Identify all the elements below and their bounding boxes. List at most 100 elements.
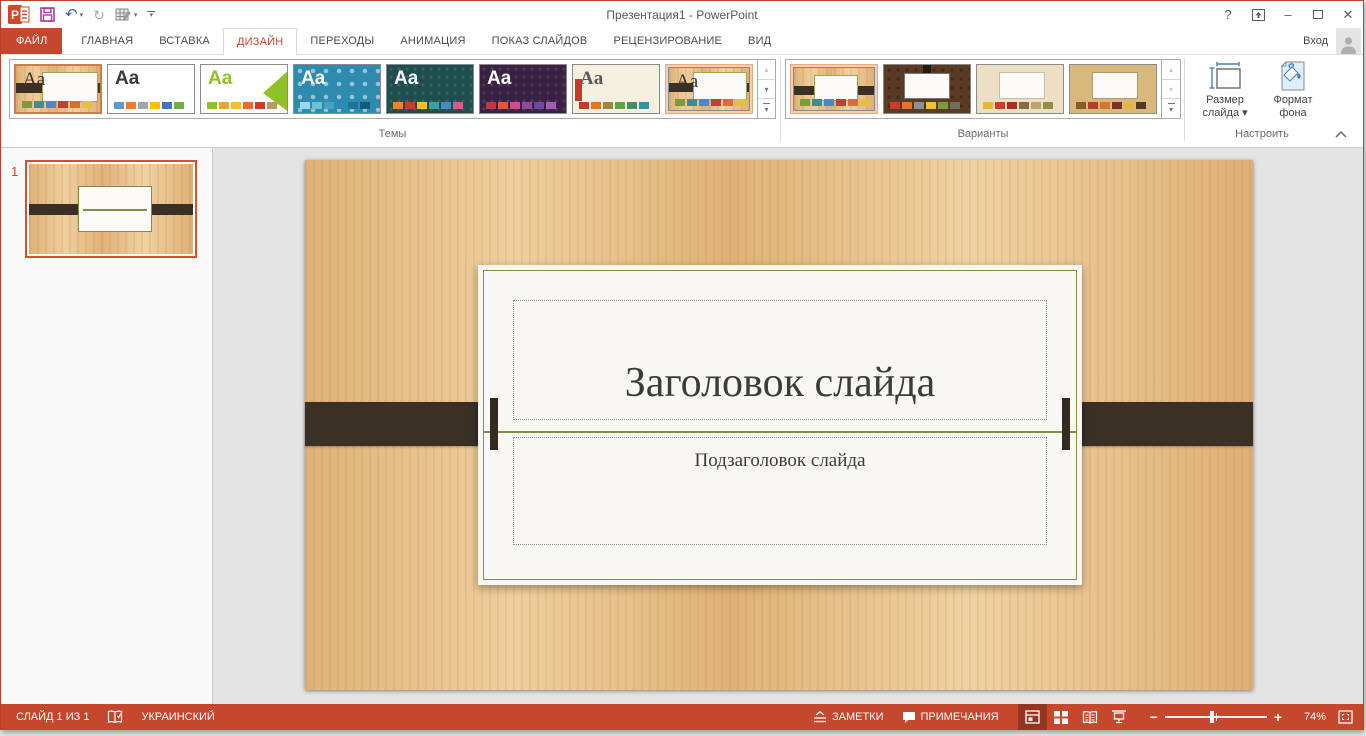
variants-more-icon[interactable]: ▾ bbox=[1162, 99, 1180, 118]
undo-icon[interactable]: ↶ ▾ bbox=[65, 7, 83, 22]
ink-grid-icon[interactable]: ▾ bbox=[115, 7, 138, 22]
variants-group-label: Варианты bbox=[785, 128, 1181, 140]
ribbon-band-cap-right bbox=[1062, 398, 1070, 450]
reading-view-button[interactable] bbox=[1076, 704, 1105, 730]
ribbon-band-left bbox=[305, 402, 495, 446]
theme-thumbnail-office[interactable]: Aa bbox=[107, 64, 195, 114]
subtitle-placeholder[interactable]: Подзаголовок слайда bbox=[513, 437, 1047, 545]
tab-transitions[interactable]: ПЕРЕХОДЫ bbox=[297, 28, 387, 54]
fit-slide-to-window-icon[interactable] bbox=[1334, 704, 1357, 730]
sign-in-link[interactable]: Вход bbox=[1303, 35, 1328, 47]
notes-label: ЗАМЕТКИ bbox=[832, 711, 884, 723]
tab-design[interactable]: ДИЗАЙН bbox=[223, 28, 297, 55]
tab-insert[interactable]: ВСТАВКА bbox=[146, 28, 223, 54]
status-bar: СЛАЙД 1 ИЗ 1 УКРАИНСКИЙ ЗАМЕТКИ ПРИМЕЧАН… bbox=[1, 704, 1363, 730]
window-controls: ? – ✕ bbox=[1213, 1, 1363, 28]
powerpoint-logo-icon[interactable]: P bbox=[8, 5, 30, 24]
group-separator bbox=[1184, 58, 1185, 141]
themes-scroll-down-icon[interactable]: ▾ bbox=[758, 80, 775, 100]
title-bar: P ↶ ▾ ↻ bbox=[1, 1, 1363, 28]
themes-more-icon[interactable]: ▾ bbox=[758, 99, 775, 118]
ribbon-band-right bbox=[1063, 402, 1253, 446]
slide-canvas[interactable]: Заголовок слайда Подзаголовок слайда bbox=[213, 148, 1363, 704]
format-background-icon bbox=[1278, 61, 1308, 91]
slide-counter[interactable]: СЛАЙД 1 ИЗ 1 bbox=[7, 704, 98, 730]
slide-sorter-view-button[interactable] bbox=[1047, 704, 1076, 730]
slide-size-icon bbox=[1208, 61, 1242, 91]
zoom-percentage[interactable]: 74% bbox=[1292, 711, 1326, 723]
undo-dropdown-icon[interactable]: ▾ bbox=[80, 11, 84, 19]
variants-gallery-scroll: ▴ ▾ ▾ bbox=[1161, 60, 1180, 118]
proofing-book-icon[interactable] bbox=[98, 704, 132, 730]
powerpoint-window: P ↶ ▾ ↻ bbox=[0, 0, 1364, 730]
window-title: Презентация1 - PowerPoint bbox=[1, 8, 1363, 22]
slide-size-button[interactable]: Размер слайда ▾ bbox=[1191, 59, 1259, 120]
variant-thumbnail-tan[interactable] bbox=[1069, 64, 1157, 114]
sign-in-area: Вход bbox=[1303, 28, 1363, 54]
view-switcher bbox=[1018, 704, 1134, 730]
ribbon-display-options-icon[interactable] bbox=[1243, 1, 1273, 28]
tab-review[interactable]: РЕЦЕНЗИРОВАНИЕ bbox=[600, 28, 735, 54]
notes-toggle[interactable]: ЗАМЕТКИ bbox=[804, 704, 893, 730]
slide-subtitle-text: Подзаголовок слайда bbox=[695, 450, 866, 472]
collapse-ribbon-icon[interactable] bbox=[1335, 131, 1347, 138]
save-icon[interactable] bbox=[40, 7, 55, 22]
tab-animations[interactable]: АНИМАЦИЯ bbox=[387, 28, 478, 54]
comments-toggle[interactable]: ПРИМЕЧАНИЯ bbox=[893, 704, 1008, 730]
tab-slideshow[interactable]: ПОКАЗ СЛАЙДОВ bbox=[479, 28, 601, 54]
theme-thumbnail-ion-boardroom[interactable]: Aa bbox=[479, 64, 567, 114]
theme-thumbnail-facet[interactable]: Aa bbox=[200, 64, 288, 114]
title-divider-line bbox=[484, 431, 1076, 433]
format-background-button[interactable]: Формат фона bbox=[1259, 59, 1327, 120]
variant-thumbnail-cream[interactable] bbox=[976, 64, 1064, 114]
theme-thumbnail-wood-selected[interactable]: Aa bbox=[665, 64, 753, 114]
theme-thumbnail-ion[interactable]: Aa bbox=[386, 64, 474, 114]
zoom-control: − + bbox=[1150, 709, 1282, 725]
slide-editor[interactable]: Заголовок слайда Подзаголовок слайда bbox=[305, 160, 1253, 690]
qat-customize-icon[interactable]: ▾ bbox=[147, 11, 155, 18]
title-placeholder[interactable]: Заголовок слайда bbox=[513, 300, 1047, 420]
language-indicator[interactable]: УКРАИНСКИЙ bbox=[132, 704, 223, 730]
themes-row: Aa Aa Aa Aa Aa bbox=[10, 60, 757, 118]
ink-dropdown-icon[interactable]: ▾ bbox=[134, 11, 138, 19]
redo-icon[interactable]: ↻ bbox=[93, 8, 105, 22]
theme-thumbnail-wood-applied[interactable]: Aa bbox=[14, 64, 102, 114]
tab-home[interactable]: ГЛАВНАЯ bbox=[68, 28, 146, 54]
normal-view-button[interactable] bbox=[1018, 704, 1047, 730]
zoom-slider[interactable] bbox=[1165, 711, 1267, 723]
tab-file[interactable]: ФАЙЛ bbox=[1, 28, 62, 54]
themes-scroll-up-icon[interactable]: ▴ bbox=[758, 60, 775, 80]
tab-view[interactable]: ВИД bbox=[735, 28, 784, 54]
slide-thumbnail-panel: 1 bbox=[1, 148, 213, 704]
variant-thumbnail-dark-brown[interactable] bbox=[883, 64, 971, 114]
themes-gallery-scroll: ▴ ▾ ▾ bbox=[757, 60, 775, 118]
slide-1-thumbnail[interactable] bbox=[25, 160, 197, 258]
theme-thumbnail-integral[interactable]: Aa bbox=[293, 64, 381, 114]
workspace: 1 Заголовок слайда bbox=[1, 148, 1363, 704]
variant-light-wood-image bbox=[793, 67, 875, 111]
help-icon[interactable]: ? bbox=[1213, 1, 1243, 28]
slide-card: Заголовок слайда Подзаголовок слайда bbox=[478, 265, 1082, 585]
variant-thumbnail-light-wood-selected[interactable] bbox=[790, 64, 878, 114]
theme-thumbnail-organic[interactable]: Aa bbox=[572, 64, 660, 114]
zoom-slider-handle[interactable] bbox=[1210, 711, 1214, 723]
variants-scroll-up-icon[interactable]: ▴ bbox=[1162, 60, 1180, 80]
avatar[interactable] bbox=[1336, 28, 1361, 54]
ribbon-design: Aa Aa Aa Aa Aa bbox=[1, 55, 1363, 148]
customize-group: Размер слайда ▾ Формат фона bbox=[1191, 59, 1335, 120]
customize-group-label: Настроить bbox=[1189, 128, 1335, 140]
maximize-icon[interactable] bbox=[1303, 1, 1333, 28]
themes-gallery: Aa Aa Aa Aa Aa bbox=[9, 59, 776, 119]
minimize-icon[interactable]: – bbox=[1273, 1, 1303, 28]
variants-row bbox=[786, 60, 1161, 118]
zoom-out-icon[interactable]: − bbox=[1150, 709, 1158, 725]
themes-group-label: Темы bbox=[9, 128, 776, 140]
slideshow-view-button[interactable] bbox=[1105, 704, 1134, 730]
close-icon[interactable]: ✕ bbox=[1333, 1, 1363, 28]
zoom-in-icon[interactable]: + bbox=[1274, 709, 1282, 725]
ribbon-band-cap-left bbox=[490, 398, 498, 450]
variants-scroll-down-icon[interactable]: ▾ bbox=[1162, 80, 1180, 100]
slide-number: 1 bbox=[11, 164, 18, 179]
slide-title-text: Заголовок слайда bbox=[625, 359, 935, 407]
quick-access-toolbar: P ↶ ▾ ↻ bbox=[1, 5, 155, 24]
